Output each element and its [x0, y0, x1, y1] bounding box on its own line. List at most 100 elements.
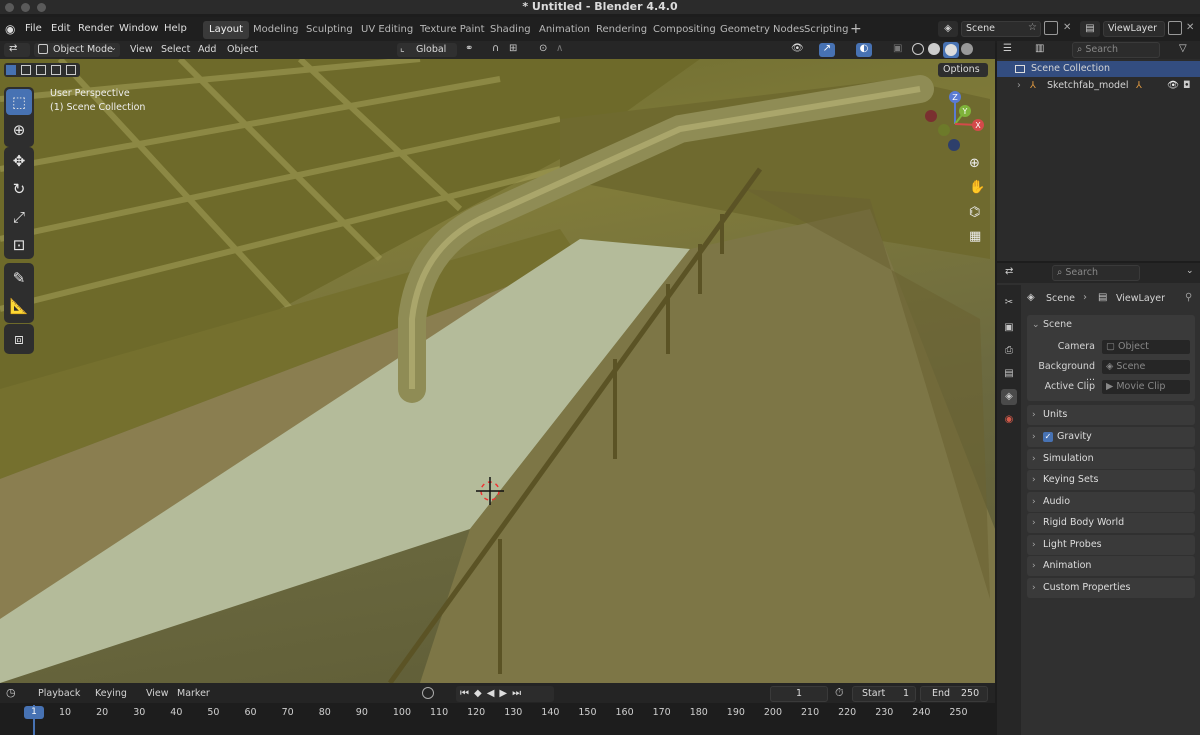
rendered-shading-icon[interactable] [961, 43, 973, 55]
navigation-gizmo[interactable]: Z Y X [920, 89, 990, 159]
viewlayer-selector-icon[interactable]: ▤ [1080, 21, 1100, 37]
transform-tool-icon[interactable]: ⊡ [6, 232, 32, 258]
cursor-tool-icon[interactable]: ⊕ [6, 117, 32, 143]
end-frame-field[interactable]: End 250 [920, 686, 988, 702]
tool-tab-icon[interactable]: ✂ [1001, 295, 1017, 311]
section-gravity[interactable]: › ✓ Gravity [1027, 427, 1195, 447]
ortho-toggle-icon[interactable]: ▦ [969, 229, 981, 244]
delete-scene-icon[interactable]: ✕ [1063, 22, 1071, 33]
solid-shading-icon[interactable] [928, 43, 940, 55]
xray-icon[interactable]: ▣ [893, 43, 902, 54]
snap-icon[interactable]: ∩ [492, 43, 499, 54]
add-workspace-icon[interactable]: + [850, 21, 862, 37]
tab-scripting[interactable]: Scripting [798, 21, 854, 39]
expand-chevron-icon[interactable]: › [1017, 78, 1021, 94]
play-reverse-icon[interactable]: ◀ [487, 688, 500, 699]
chevron-down-icon[interactable]: ⌄ [1186, 266, 1194, 276]
properties-editor-icon[interactable]: ⇄ [1005, 266, 1013, 277]
scene-panel-header[interactable]: ⌄ Scene [1027, 315, 1195, 335]
outliner-editor-icon[interactable]: ☰ [1003, 43, 1012, 54]
blender-logo-icon[interactable]: ◉ [5, 22, 19, 36]
camera-view-icon[interactable]: ⌬ [969, 205, 980, 220]
section-audio[interactable]: › Audio [1027, 492, 1195, 512]
tab-animation[interactable]: Animation [533, 21, 596, 39]
pin-icon[interactable]: ⚲ [1185, 292, 1192, 303]
select-subtract-icon[interactable] [36, 65, 46, 75]
gravity-checkbox[interactable]: ✓ [1043, 432, 1053, 442]
material-shading-icon[interactable] [943, 42, 959, 58]
view-layer-tab-icon[interactable]: ▤ [1001, 366, 1017, 382]
select-intersect-icon[interactable] [66, 65, 76, 75]
background-scene-field[interactable]: ◈ Scene [1101, 359, 1191, 375]
falloff-icon[interactable]: ∧ [556, 43, 563, 54]
scene-tab-icon[interactable]: ◈ [1001, 389, 1017, 405]
editor-type-icon[interactable]: ⇄ [4, 43, 30, 57]
world-tab-icon[interactable]: ◉ [1001, 412, 1017, 428]
section-animation[interactable]: › Animation [1027, 556, 1195, 576]
auto-keying-icon[interactable] [422, 687, 434, 699]
zoom-icon[interactable]: ⊕ [969, 156, 980, 171]
wireframe-shading-icon[interactable] [912, 43, 924, 55]
outliner-row-scene-collection[interactable]: Scene Collection [997, 61, 1200, 77]
tab-layout[interactable]: Layout [203, 21, 249, 39]
menu-keying[interactable]: Keying [95, 688, 127, 699]
proportional-editing-icon[interactable]: ⊙ [539, 43, 547, 54]
select-box-tool-icon[interactable]: ⬚ [6, 89, 32, 115]
tab-sculpting[interactable]: Sculpting [300, 21, 359, 39]
snap-target-icon[interactable]: ⊞ [509, 43, 517, 54]
tab-texture-paint[interactable]: Texture Paint [414, 21, 491, 39]
section-simulation[interactable]: › Simulation [1027, 449, 1195, 469]
measure-tool-icon[interactable]: 📐 [6, 293, 32, 319]
add-cube-tool-icon[interactable]: ⧈ [6, 326, 32, 352]
filter-icon[interactable]: ▽ [1179, 43, 1187, 54]
pin-scene-icon[interactable]: ☆ [1028, 22, 1037, 33]
outliner-row-sketchfab[interactable]: › ⅄ Sketchfab_model ⅄ 👁 ◘ [997, 78, 1200, 94]
transform-orientation-dropdown[interactable]: ⌞ Global [397, 43, 457, 57]
menu-object[interactable]: Object [227, 44, 258, 55]
menu-window[interactable]: Window [119, 23, 158, 34]
display-mode-icon[interactable]: ▥ [1035, 43, 1044, 54]
tab-rendering[interactable]: Rendering [590, 21, 653, 39]
current-frame-field[interactable]: 1 [770, 686, 828, 702]
annotate-tool-icon[interactable]: ✎ [6, 265, 32, 291]
section-light-probes[interactable]: › Light Probes [1027, 535, 1195, 555]
gizmo-toggle-icon[interactable]: ↗ [819, 43, 835, 57]
scale-tool-icon[interactable]: ⤢ [6, 204, 32, 230]
section-custom-properties[interactable]: › Custom Properties [1027, 578, 1195, 598]
tab-modeling[interactable]: Modeling [247, 21, 305, 39]
overlays-toggle-icon[interactable]: ◐ [856, 43, 872, 57]
jump-start-icon[interactable]: ⏮ [460, 688, 474, 699]
menu-add[interactable]: Add [198, 44, 216, 55]
menu-view[interactable]: View [130, 44, 153, 55]
viewlayer-name-field[interactable]: ViewLayer [1103, 21, 1165, 37]
pan-hand-icon[interactable]: ✋ [969, 180, 985, 195]
delete-viewlayer-icon[interactable]: ✕ [1186, 22, 1194, 33]
menu-render[interactable]: Render [78, 23, 114, 34]
select-extend-icon[interactable] [21, 65, 31, 75]
tab-uv-editing[interactable]: UV Editing [355, 21, 419, 39]
properties-search-input[interactable]: ⌕ Search [1052, 265, 1140, 281]
prev-keyframe-icon[interactable]: ◆ [474, 688, 487, 699]
stopwatch-icon[interactable]: ⏱ [835, 686, 844, 700]
3d-viewport[interactable]: ⬚ ⊕ ✥ ↻ ⤢ ⊡ ✎ 📐 ⧈ User Perspective (1) S… [0, 59, 995, 683]
render-tab-icon[interactable]: ▣ [1001, 320, 1017, 336]
rotate-tool-icon[interactable]: ↻ [6, 176, 32, 202]
pivot-point-icon[interactable]: ⚭ [465, 43, 473, 54]
scene-selector-icon[interactable]: ◈ [938, 21, 958, 37]
playhead-frame[interactable]: 1 [24, 706, 44, 719]
visibility-icon[interactable]: 👁 [791, 43, 804, 54]
tab-geometry-nodes[interactable]: Geometry Nodes [714, 21, 810, 39]
eye-icon[interactable]: 👁 [1167, 78, 1179, 94]
camera-field[interactable]: ▢ Object [1101, 339, 1191, 355]
section-units[interactable]: › Units [1027, 405, 1195, 425]
menu-playback[interactable]: Playback [38, 688, 80, 699]
menu-help[interactable]: Help [164, 23, 187, 34]
new-scene-icon[interactable] [1044, 21, 1058, 35]
menu-edit[interactable]: Edit [51, 23, 70, 34]
outliner-search-input[interactable]: ⌕ Search [1072, 42, 1160, 58]
output-tab-icon[interactable]: ⎙ [1001, 343, 1017, 359]
menu-file[interactable]: File [25, 23, 42, 34]
active-clip-field[interactable]: ▶ Movie Clip [1101, 379, 1191, 395]
menu-timeline-view[interactable]: View [146, 688, 169, 699]
new-viewlayer-icon[interactable] [1168, 21, 1182, 35]
